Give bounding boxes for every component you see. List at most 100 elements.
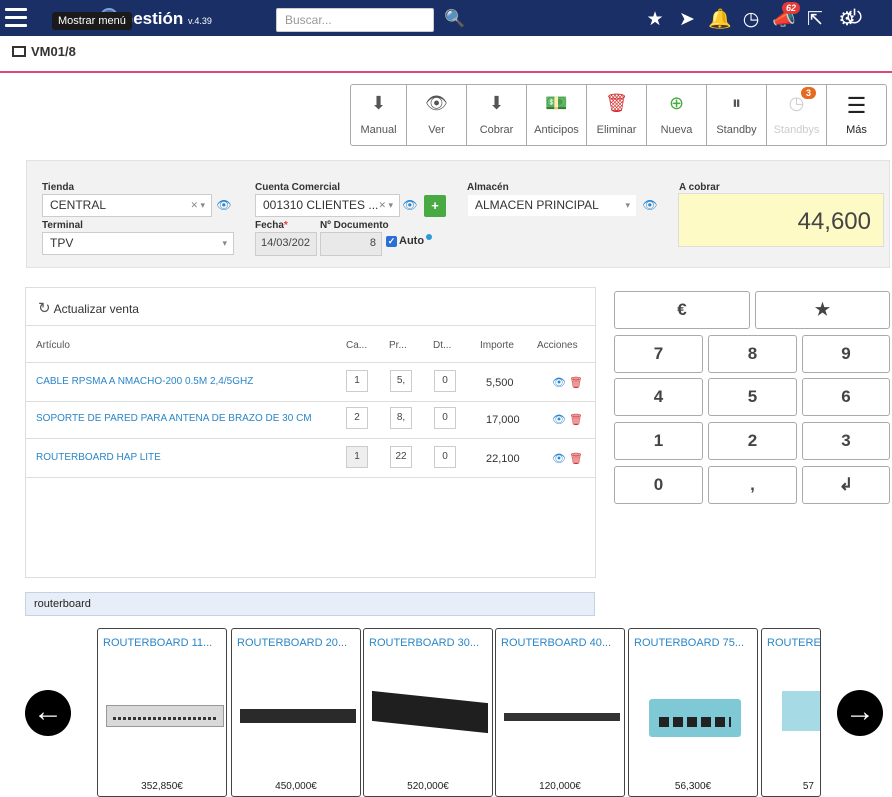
key-3[interactable]: 3 xyxy=(802,422,890,460)
product-image xyxy=(372,690,488,734)
theme-toggle-icon[interactable]: ★ xyxy=(644,8,666,31)
search-icon[interactable]: 🔍 xyxy=(444,9,465,29)
terminal-select[interactable]: TPV ▾ xyxy=(42,232,234,255)
sale-lines-panel: ↻ Actualizar venta Artículo Ca... Pr... D… xyxy=(25,287,596,578)
trash-icon[interactable]: 🗑 xyxy=(569,453,583,465)
almacen-select[interactable]: ALMACEN PRINCIPAL ▾ xyxy=(467,194,637,217)
product-card[interactable]: ROUTERBOARD 30... 520,000€ xyxy=(363,628,493,797)
eye-icon[interactable]: 👁 xyxy=(552,414,566,426)
key-7[interactable]: 7 xyxy=(614,335,703,373)
trash-icon[interactable]: 🗑 xyxy=(569,414,583,426)
manual-button[interactable]: ⬇ Manual xyxy=(350,84,407,146)
clear-chevron-icon[interactable]: ✕ ▾ xyxy=(378,200,393,211)
megaphone-icon[interactable]: 📣 62 xyxy=(772,2,800,31)
external-link-icon[interactable]: ⇱ xyxy=(804,8,826,31)
arrow-left-icon[interactable]: ← xyxy=(25,690,71,736)
key-enter[interactable]: ↲ xyxy=(802,466,890,504)
discount-field[interactable]: 0 xyxy=(434,446,456,468)
eye-icon[interactable]: 👁 xyxy=(552,377,566,389)
refresh-icon: ↻ xyxy=(38,300,51,317)
product-search-input[interactable]: routerboard xyxy=(25,592,595,616)
documento-label: Nº Documento xyxy=(320,220,389,231)
notifications-badge: 62 xyxy=(781,2,800,14)
col-cantidad: Ca... xyxy=(346,340,368,351)
price-field[interactable]: 5, xyxy=(390,370,412,392)
bell-icon[interactable]: 🔔 xyxy=(708,7,732,31)
auto-checkbox[interactable]: ✓ Auto xyxy=(386,234,433,247)
money-icon: 💵 xyxy=(545,93,568,113)
telegram-icon[interactable]: ➤ xyxy=(676,8,698,31)
article-link[interactable]: CABLE RPSMA A NMACHO-200 0.5M 2,4/5GHZ xyxy=(36,376,253,387)
key-euro[interactable]: € xyxy=(614,291,750,329)
documento-field[interactable]: 8 xyxy=(320,232,382,256)
key-1[interactable]: 1 xyxy=(614,422,703,460)
terminal-label: Terminal xyxy=(42,220,83,231)
button-label: Eliminar xyxy=(596,124,637,136)
action-toolbar: ⬇ Manual 👁 Ver ⬇ Cobrar 💵 Anticipos 🗑 Elimina… xyxy=(350,84,887,146)
line-amount: 5,500 xyxy=(486,377,514,389)
clear-chevron-icon[interactable]: ✕ ▾ xyxy=(190,200,205,211)
price-field[interactable]: 8, xyxy=(390,407,412,429)
product-price: 450,000€ xyxy=(275,781,317,792)
eye-icon[interactable]: 👁 xyxy=(552,453,566,465)
eye-icon[interactable]: 👁 xyxy=(640,198,660,212)
product-card[interactable]: ROUTERBOARD 40... 120,000€ xyxy=(495,628,625,797)
standby-button[interactable]: ⏸ Standby xyxy=(707,84,767,146)
button-label: Ver xyxy=(428,124,445,136)
button-label: Standby xyxy=(716,124,757,136)
fecha-field[interactable]: 14/03/202 xyxy=(255,232,317,256)
col-articulo: Artículo xyxy=(36,340,70,351)
nueva-button[interactable]: ⊕ Nueva xyxy=(647,84,707,146)
key-star[interactable]: ★ xyxy=(755,291,890,329)
button-label: Nueva xyxy=(660,124,693,136)
quantity-field[interactable]: 1 xyxy=(346,370,368,392)
chevron-down-icon[interactable]: ▾ xyxy=(625,200,630,211)
key-4[interactable]: 4 xyxy=(614,378,703,416)
product-title: ROUTERE xyxy=(767,637,821,649)
key-2[interactable]: 2 xyxy=(708,422,797,460)
eye-icon[interactable]: 👁 xyxy=(214,198,234,212)
discount-field[interactable]: 0 xyxy=(434,407,456,429)
cuenta-select[interactable]: 001310 CLIENTES ... ✕ ▾ xyxy=(255,194,400,217)
arrow-right-icon[interactable]: → xyxy=(837,690,883,736)
product-card[interactable]: ROUTERE 57 xyxy=(761,628,821,797)
menu-icon[interactable] xyxy=(5,8,27,28)
tienda-select[interactable]: CENTRAL ✕ ▾ xyxy=(42,194,212,217)
anticipos-button[interactable]: 💵 Anticipos xyxy=(527,84,587,146)
cobrar-button[interactable]: ⬇ Cobrar xyxy=(467,84,527,146)
quantity-field[interactable]: 1 xyxy=(346,446,368,468)
ver-button[interactable]: 👁 Ver xyxy=(407,84,467,146)
article-link[interactable]: SOPORTE DE PARED PARA ANTENA DE BRAZO DE… xyxy=(36,413,312,424)
eliminar-button[interactable]: 🗑 Eliminar xyxy=(587,84,647,146)
clock-icon[interactable]: ◷ xyxy=(740,8,762,31)
product-card[interactable]: ROUTERBOARD 75... 56,300€ xyxy=(628,628,758,797)
product-card[interactable]: ROUTERBOARD 20... 450,000€ xyxy=(231,628,361,797)
product-price: 57 xyxy=(802,781,814,792)
key-6[interactable]: 6 xyxy=(802,378,890,416)
trash-icon[interactable]: 🗑 xyxy=(569,377,583,389)
product-card[interactable]: ROUTERBOARD 11... 352,850€ xyxy=(97,628,227,797)
add-account-button[interactable]: + xyxy=(424,195,446,217)
chevron-down-icon[interactable]: ▾ xyxy=(222,238,227,249)
product-price: 56,300€ xyxy=(674,781,712,792)
key-8[interactable]: 8 xyxy=(708,335,797,373)
search-input[interactable]: Buscar... xyxy=(276,8,434,32)
product-price: 520,000€ xyxy=(407,781,449,792)
article-link[interactable]: ROUTERBOARD HAP LITE xyxy=(36,452,161,463)
refresh-sale-button[interactable]: ↻ Actualizar venta xyxy=(26,288,595,326)
eye-icon[interactable]: 👁 xyxy=(400,198,420,212)
standbys-button[interactable]: ◷ 3 Standbys xyxy=(767,84,827,146)
table-row: ROUTERBOARD HAP LITE 1 22 0 22,100 👁 🗑 xyxy=(26,438,595,478)
product-title: ROUTERBOARD 11... xyxy=(103,637,213,649)
key-comma[interactable]: , xyxy=(708,466,797,504)
key-0[interactable]: 0 xyxy=(614,466,703,504)
discount-field[interactable]: 0 xyxy=(434,370,456,392)
mas-button[interactable]: ☰ Más xyxy=(827,84,887,146)
quantity-field[interactable]: 2 xyxy=(346,407,368,429)
price-field[interactable]: 22 xyxy=(390,446,412,468)
key-9[interactable]: 9 xyxy=(802,335,890,373)
breadcrumb-text: VM01/8 xyxy=(31,44,76,59)
line-amount: 22,100 xyxy=(486,453,520,465)
key-5[interactable]: 5 xyxy=(708,378,797,416)
power-icon[interactable]: ⏻ xyxy=(847,7,862,29)
